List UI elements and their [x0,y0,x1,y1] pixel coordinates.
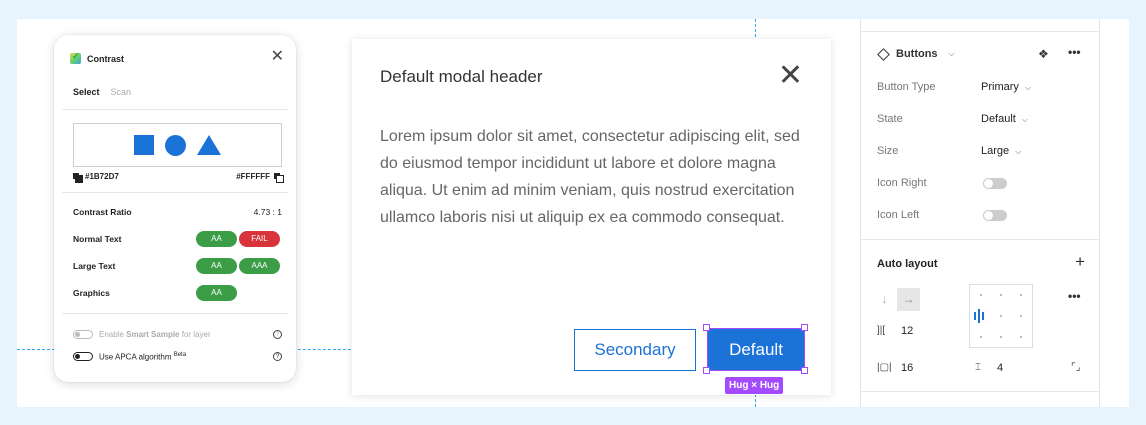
more-options-icon[interactable]: ••• [1068,45,1081,59]
square-shape [134,135,154,155]
contrast-ratio-label: Contrast Ratio [73,207,132,217]
prop-icon-left-label: Icon Left [877,209,920,221]
more-options-icon[interactable]: ••• [1068,289,1081,303]
graphics-row: Graphics AA [73,285,282,301]
properties-panel: Buttons ⌵ ❖ ••• Button Type Primary ⌵ St… [860,19,1100,407]
component-instance-icon [877,47,890,61]
divider [861,31,1099,32]
direction-horizontal-icon[interactable]: → [897,288,920,311]
prop-button-type-select[interactable]: Primary ⌵ [981,81,1031,93]
background-swatch-icon [274,172,284,183]
modal-header: Default modal header [380,67,543,86]
horizontal-padding-value[interactable]: 16 [901,362,913,374]
foreground-swatch-icon [73,172,83,183]
divider [62,192,288,193]
contrast-ratio-row: Contrast Ratio [73,207,282,217]
resize-handle[interactable] [801,324,808,331]
apca-toggle[interactable] [73,352,93,362]
item-spacing-icon: ]|[ [877,325,886,336]
contrast-logo-icon [70,51,81,64]
background-color[interactable]: #FFFFFF [236,172,284,183]
fail-badge: FAIL [239,231,280,247]
resize-handle[interactable] [703,324,710,331]
contrast-plugin-window: Contrast ✕ Select Scan #1B72D7 #FFFFFF C… [54,35,296,382]
prop-state-label: State [877,113,903,125]
background-hex: #FFFFFF [236,172,270,181]
vertical-padding-icon: ⌶ [975,362,981,373]
prop-size-label: Size [877,145,899,157]
plugin-header: Contrast [70,51,125,64]
divider [861,391,1099,392]
prop-icon-right-label: Icon Right [877,177,927,189]
triangle-shape [197,135,221,155]
secondary-button[interactable]: Secondary [574,329,696,371]
large-text-label: Large Text [73,261,116,271]
prop-button-type-label: Button Type [877,81,936,93]
aa-pass-badge: AA [196,258,237,274]
aa-pass-badge: AA [196,285,237,301]
smart-sample-toggle[interactable] [73,330,93,339]
divider [62,109,288,110]
add-icon[interactable]: + [1075,253,1085,270]
contrast-ratio-value: 4.73 : 1 [253,207,282,217]
prop-size-select[interactable]: Large ⌵ [981,145,1021,157]
aaa-pass-badge: AAA [239,258,280,274]
normal-text-row: Normal Text AA FAIL [73,231,282,247]
plugin-tabs: Select Scan [73,87,131,97]
tab-select[interactable]: Select [73,87,100,97]
component-variant-icon[interactable]: ❖ [1038,47,1049,61]
help-icon[interactable]: ? [273,330,282,339]
hug-size-badge[interactable]: Hug × Hug [725,377,784,394]
aa-pass-badge: AA [196,231,237,247]
divider [62,313,288,314]
chevron-down-icon: ⌵ [948,49,955,58]
resize-handle[interactable] [703,367,710,374]
direction-vertical-icon[interactable]: ↓ [873,288,896,311]
smart-sample-label: Enable Smart Sample for layer [99,330,211,339]
color-preview [73,123,282,167]
apca-option: Use APCA algorithm Beta ? [73,352,282,362]
horizontal-padding-icon: |▢| [877,362,892,373]
vertical-padding-value[interactable]: 4 [997,362,1003,374]
foreground-color[interactable]: #1B72D7 [73,172,119,183]
modal-body: Lorem ipsum dolor sit amet, consectetur … [380,128,800,226]
prop-state-select[interactable]: Default ⌵ [981,113,1028,125]
apca-label: Use APCA algorithm Beta [99,352,187,362]
selection-frame [707,328,805,371]
independent-padding-icon[interactable]: ⌜⌟ [1071,362,1080,373]
large-text-row: Large Text AA AAA [73,258,282,274]
tab-scan[interactable]: Scan [111,87,132,97]
modal-frame[interactable]: Default modal header ✕ Lorem ipsum dolor… [352,39,831,395]
item-spacing-value[interactable]: 12 [901,325,913,337]
alignment-grid[interactable] [969,284,1033,348]
component-name: Buttons [896,48,938,60]
auto-layout-title: Auto layout [877,258,938,270]
icon-right-toggle[interactable] [983,178,1007,189]
alignment-indicator-icon [974,309,984,323]
component-header[interactable]: Buttons ⌵ [877,47,955,61]
plugin-title: Contrast [87,53,125,64]
help-icon[interactable]: ? [273,352,282,362]
graphics-label: Graphics [73,288,110,298]
normal-text-label: Normal Text [73,234,122,244]
icon-left-toggle[interactable] [983,210,1007,221]
foreground-hex: #1B72D7 [85,172,119,181]
smart-sample-option: Enable Smart Sample for layer ? [73,330,282,339]
close-icon[interactable]: ✕ [778,61,803,91]
close-icon[interactable]: ✕ [271,49,284,65]
circle-shape [165,134,186,156]
resize-handle[interactable] [801,367,808,374]
divider [861,239,1099,240]
